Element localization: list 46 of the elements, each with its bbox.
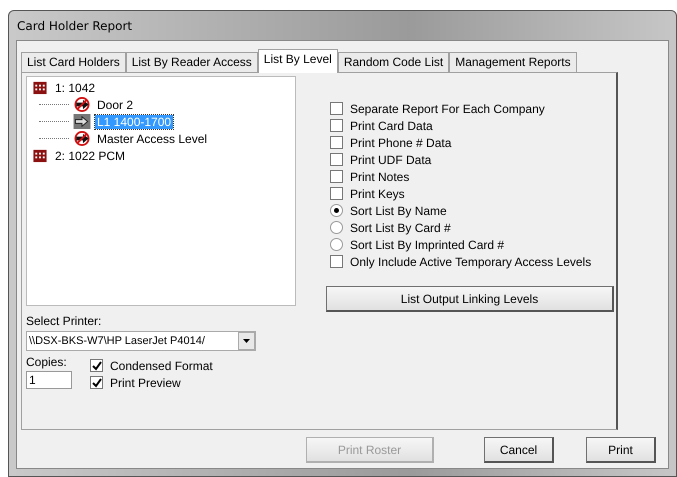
blocked-arrow-icon [73, 97, 91, 112]
building-icon [31, 80, 49, 95]
printer-label: Select Printer: [26, 314, 102, 328]
radio-button[interactable] [330, 204, 343, 217]
checkbox[interactable] [90, 376, 103, 389]
radio-label: Sort List By Card # [350, 220, 451, 234]
tab[interactable]: Random Code List [338, 52, 450, 72]
linking-levels-button[interactable]: List Output Linking Levels [326, 286, 614, 312]
checkbox-label: Print Keys [350, 186, 405, 200]
checkbox-label: Print UDF Data [350, 152, 432, 166]
checkbox[interactable] [330, 187, 343, 200]
radio-button[interactable] [330, 221, 343, 234]
checkbox-label: Print Preview [110, 376, 181, 390]
radio-button[interactable] [330, 238, 343, 251]
checkbox[interactable] [330, 255, 343, 268]
tree-item[interactable]: 1: 1042 [53, 80, 98, 94]
dialog-button[interactable]: Cancel [484, 437, 554, 463]
checkbox-label: Print Phone # Data [350, 136, 452, 150]
checkbox[interactable] [90, 359, 103, 372]
copies-field[interactable]: 1 [26, 371, 72, 389]
checkbox-label: Separate Report For Each Company [350, 102, 545, 116]
checkbox[interactable] [330, 170, 343, 183]
arrow-icon [73, 114, 91, 129]
building-icon [31, 148, 49, 163]
checkbox[interactable] [330, 153, 343, 166]
tree-item[interactable]: Master Access Level [95, 132, 210, 146]
tree-item[interactable]: 2: 1022 PCM [53, 148, 128, 162]
blocked-arrow-icon [73, 131, 91, 146]
printer-dropdown[interactable]: \\DSX-BKS-W7\HP LaserJet P4014/ [26, 331, 256, 351]
checkbox[interactable] [330, 119, 343, 132]
checkbox[interactable] [330, 102, 343, 115]
checkbox-label: Condensed Format [110, 358, 213, 372]
checkbox-label: Print Card Data [350, 118, 433, 132]
copies-label: Copies: [26, 355, 68, 369]
radio-label: Sort List By Name [350, 204, 447, 218]
tab[interactable]: List By Reader Access [126, 52, 258, 72]
tree-item[interactable]: Door 2 [95, 98, 136, 112]
checkbox-label: Only Include Active Temporary Access Levels [350, 254, 592, 268]
dialog-button[interactable]: Print [586, 437, 656, 463]
radio-label: Sort List By Imprinted Card # [350, 238, 504, 252]
tab[interactable]: List By Level [258, 49, 338, 73]
tab[interactable]: List Card Holders [21, 52, 126, 72]
checkbox-label: Print Notes [350, 170, 410, 184]
tab[interactable]: Management Reports [449, 52, 577, 72]
window-title: Card Holder Report [16, 18, 132, 32]
checkbox[interactable] [330, 136, 343, 149]
